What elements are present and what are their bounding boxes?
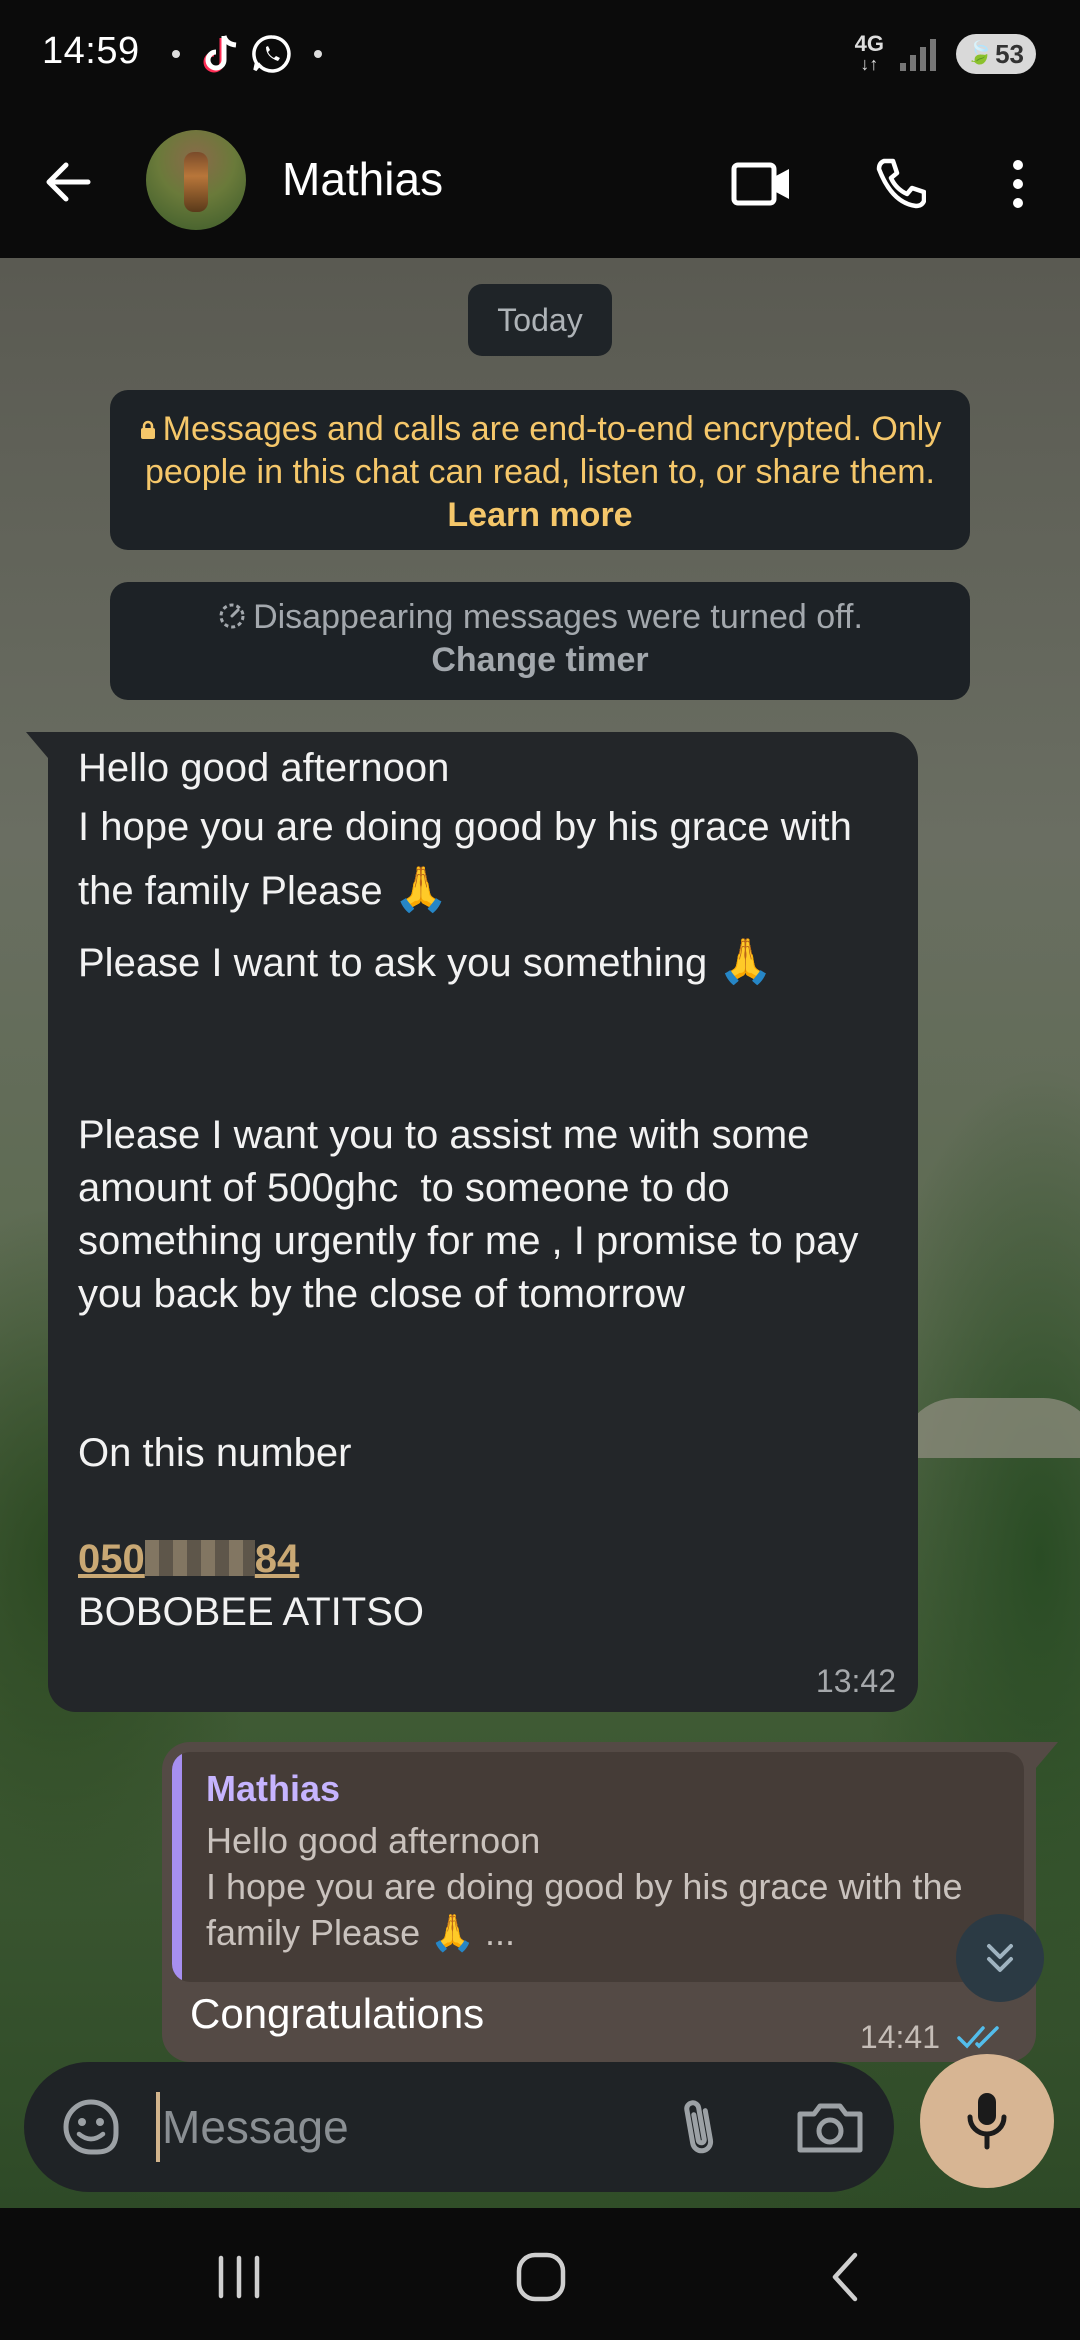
message-line: I hope you are doing good by his grace w… [78, 805, 863, 913]
quote-author: Mathias [206, 1768, 341, 1809]
back-arrow-icon[interactable] [38, 152, 98, 212]
disappearing-notice[interactable]: Disappearing messages were turned off. C… [110, 582, 970, 700]
battery-saver-icon: 🍃 [966, 40, 994, 65]
praying-hands-emoji: 🙏 [393, 865, 449, 914]
system-navigation-bar [0, 2208, 1080, 2340]
contact-name[interactable]: Mathias [282, 152, 443, 206]
message-line: On this number [78, 1431, 352, 1475]
signal-icon [900, 39, 936, 71]
contact-avatar[interactable] [146, 130, 246, 230]
status-time: 14:59 [42, 30, 140, 72]
praying-hands-emoji: 🙏 [718, 937, 774, 986]
timer-icon [219, 603, 245, 629]
double-chevron-down-icon [987, 1944, 1013, 1972]
home-button[interactable] [496, 2232, 586, 2322]
read-receipt-icon [957, 2026, 999, 2049]
network-indicator: 4G ↓↑ [854, 31, 884, 75]
date-separator: Today [468, 284, 612, 356]
outgoing-message-text: Congratulations [190, 1990, 485, 2037]
notification-dot [314, 50, 322, 58]
chat-header: Mathias [0, 112, 1080, 258]
quote-text: Hello good afternoon I hope you are doin… [206, 1820, 973, 1953]
redacted-digits [144, 1540, 255, 1576]
message-input[interactable] [162, 2088, 642, 2166]
recipient-name: BOBOBEE ATITSO [78, 1590, 425, 1634]
message-composer [24, 2062, 894, 2192]
back-button[interactable] [800, 2232, 890, 2322]
separator-dot [172, 50, 180, 58]
message-time: 13:42 [815, 1663, 896, 1699]
microphone-icon [967, 2093, 1007, 2150]
video-call-button[interactable] [724, 146, 800, 222]
chat-area[interactable]: Today Messages and calls are end-to-end … [0, 258, 1080, 2208]
avatar-figure [184, 152, 208, 212]
tiktok-icon [203, 35, 237, 73]
bubble-tail [26, 732, 48, 758]
overflow-menu-button[interactable] [980, 146, 1056, 222]
recent-apps-button[interactable] [194, 2232, 284, 2322]
scroll-to-bottom-button[interactable] [956, 1914, 1044, 2002]
wallpaper-umbrella [900, 1398, 1080, 1458]
paperclip-icon[interactable] [664, 2092, 734, 2162]
whatsapp-icon [252, 35, 291, 73]
incoming-message-text: Hello good afternoon I hope you are doin… [78, 742, 898, 1639]
learn-more-link[interactable]: Learn more [447, 496, 632, 534]
phone-number-link[interactable]: 050 84 [78, 1537, 299, 1581]
encryption-notice[interactable]: Messages and calls are end-to-end encryp… [110, 390, 970, 550]
more-vertical-icon [1013, 160, 1023, 208]
message-line: Please I want you to assist me with some… [78, 1113, 870, 1316]
message-time: 14:41 [859, 2019, 940, 2055]
text-cursor [156, 2092, 160, 2162]
disappearing-text: Disappearing messages were turned off. [253, 598, 863, 636]
voice-message-button[interactable] [920, 2054, 1054, 2188]
lock-icon [140, 420, 155, 439]
message-line: Hello good afternoon [78, 746, 450, 790]
outgoing-message[interactable]: Mathias Hello good afternoon I hope you … [162, 1742, 1058, 2062]
bubble-tail [1036, 1742, 1058, 1768]
phone-icon [876, 158, 926, 209]
quoted-message[interactable]: Mathias Hello good afternoon I hope you … [172, 1752, 1024, 1982]
status-right: 4G ↓↑ 🍃 53 [854, 31, 1036, 75]
message-line: Please I want to ask you something [78, 941, 708, 985]
home-icon [516, 2252, 566, 2302]
recents-icon [218, 2255, 260, 2299]
change-timer-link[interactable]: Change timer [431, 641, 648, 679]
incoming-message[interactable]: Hello good afternoon I hope you are doin… [26, 732, 918, 1712]
sticker-emoji-icon[interactable] [58, 2094, 124, 2160]
video-camera-icon [731, 162, 789, 206]
quote-bar [172, 1752, 182, 1982]
voice-call-button[interactable] [860, 146, 936, 222]
battery-indicator: 🍃 53 [956, 34, 1036, 74]
back-chevron-icon [832, 2252, 858, 2302]
praying-hands-emoji: 🙏 [430, 1912, 475, 1953]
encryption-text: Messages and calls are end-to-end encryp… [144, 410, 942, 491]
status-bar: 14:59 4G ↓↑ 🍃 53 [0, 0, 1080, 112]
camera-icon[interactable] [792, 2092, 868, 2162]
